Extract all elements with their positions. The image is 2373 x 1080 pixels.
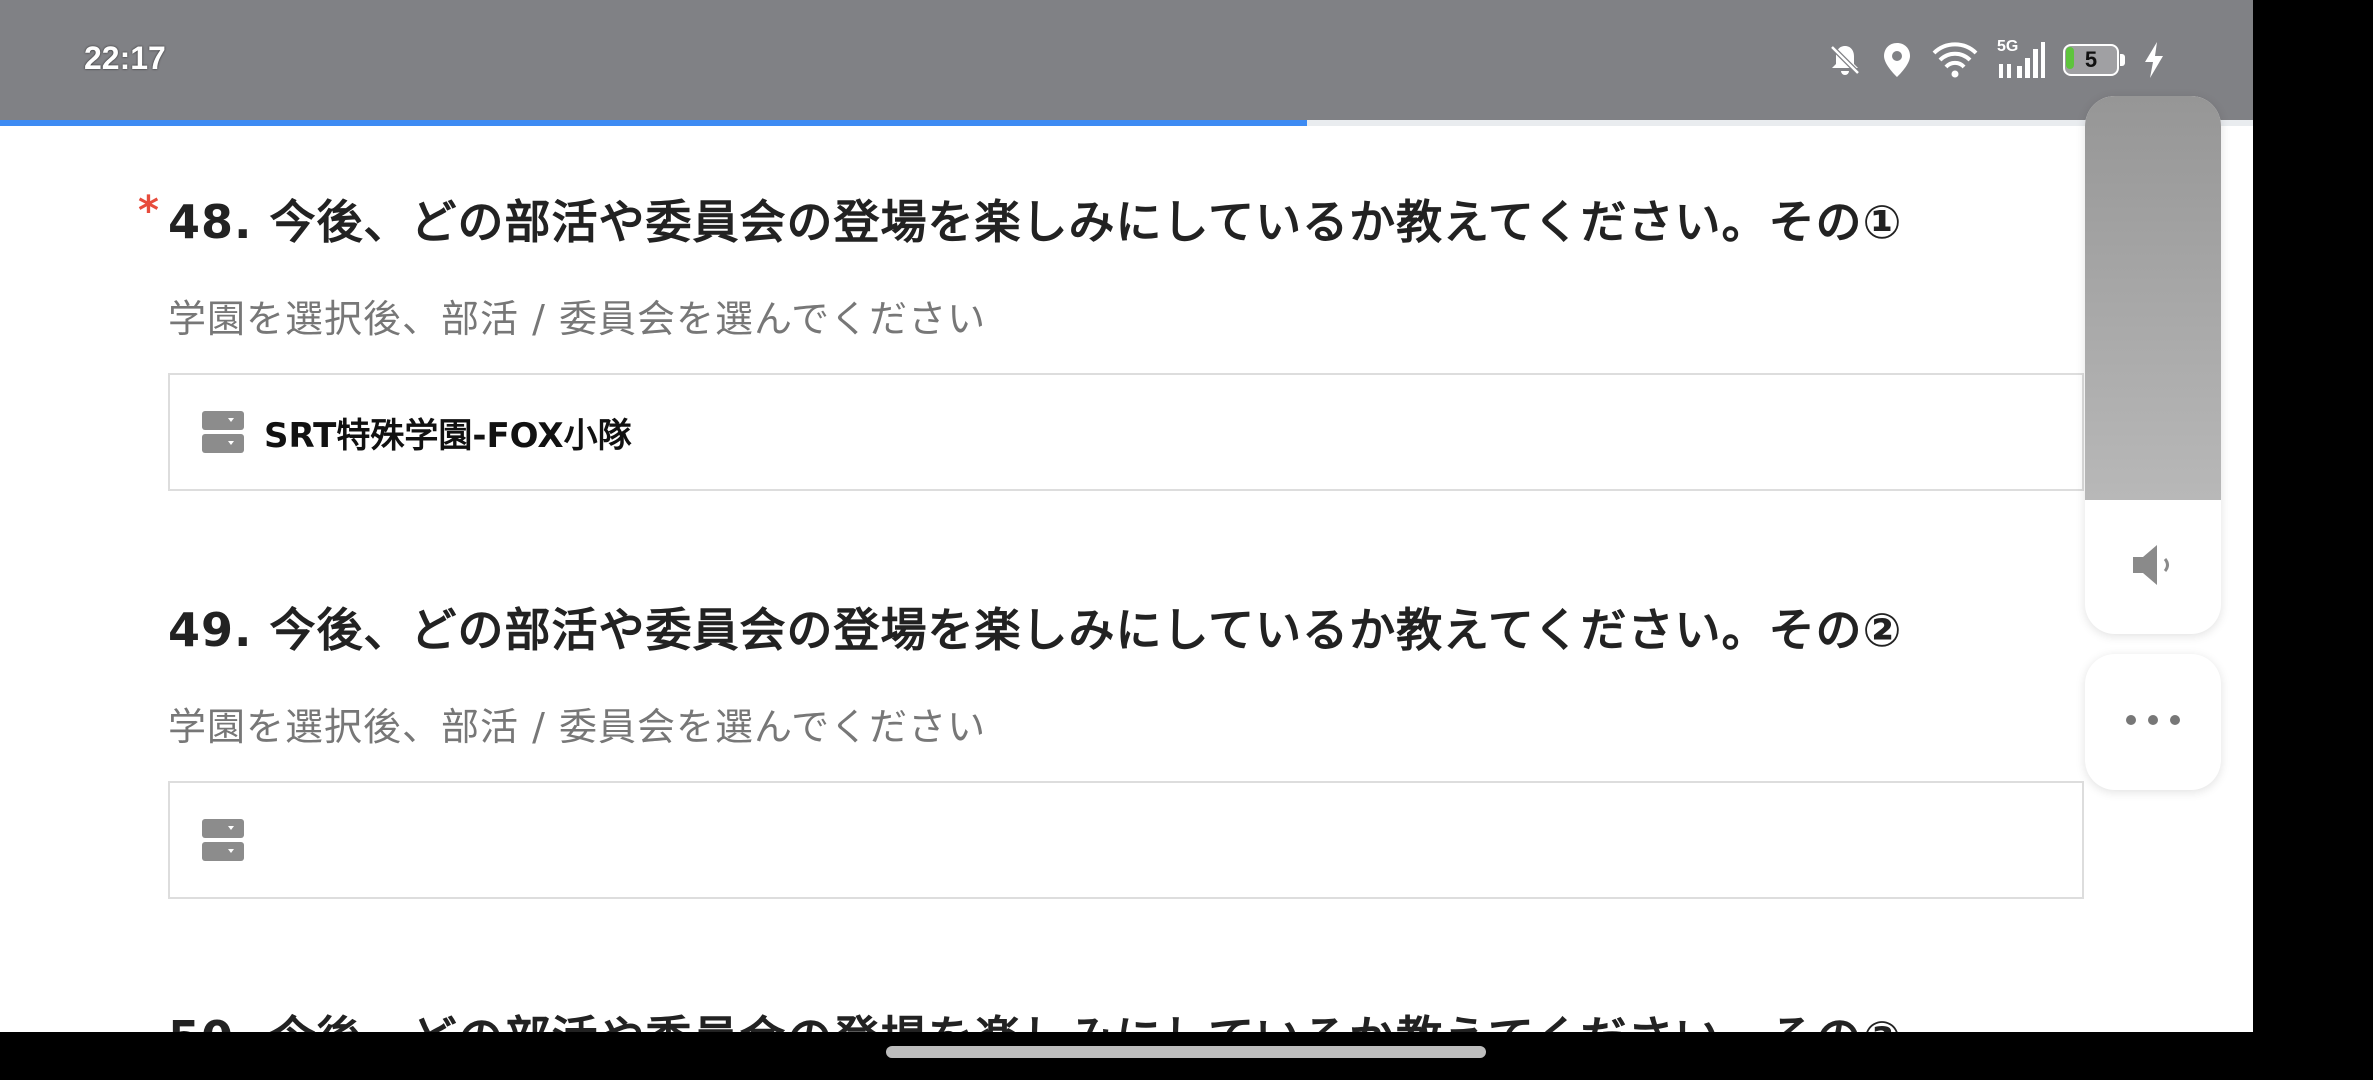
question-number: 49. <box>168 603 253 657</box>
question-49: 49. 今後、どの部活や委員会の登場を楽しみにしているか教えてください。その② … <box>168 594 2084 899</box>
question-title: 49. 今後、どの部活や委員会の登場を楽しみにしているか教えてください。その② <box>168 594 2084 660</box>
status-bar: 22:17 5G 5 <box>0 0 2253 120</box>
status-time: 22:17 <box>84 40 166 76</box>
question-48: * 48. 今後、どの部活や委員会の登場を楽しみにしているか教えてください。その… <box>138 186 2084 491</box>
battery-level: 5 <box>2084 47 2098 72</box>
cellular-signal-icon: 5G <box>1997 38 2045 80</box>
select-list-icon <box>202 819 244 861</box>
question-number: 50. <box>168 1011 253 1032</box>
question-title: 50. 今後、どの部活や委員会の登場を楽しみにしているか教えてください。その③ <box>168 1002 1902 1032</box>
location-icon <box>1881 41 1913 79</box>
question-title: 48. 今後、どの部活や委員会の登場を楽しみにしているか教えてください。その① <box>168 186 2084 252</box>
selected-value: SRT特殊学園-FOX小隊 <box>264 415 632 456</box>
more-dots-icon <box>2123 712 2183 732</box>
form-progress-fill <box>0 120 1307 126</box>
club-select-dropdown[interactable]: SRT特殊学園-FOX小隊 <box>168 373 2084 491</box>
question-text: 今後、どの部活や委員会の登場を楽しみにしているか教えてください。その② <box>269 603 1903 657</box>
question-hint: 学園を選択後、部活 / 委員会を選んでください <box>168 705 987 749</box>
form-progress-bar <box>0 120 2253 126</box>
form-screen: 22:17 5G 5 * 48. 今後、どの部活や委員会の登場を楽しみにしている… <box>0 0 2253 1032</box>
club-select-dropdown[interactable] <box>168 781 2084 899</box>
battery-icon: 5 <box>2063 44 2125 76</box>
volume-panel <box>2085 96 2221 634</box>
required-mark: * <box>138 188 159 234</box>
question-number: 48. <box>168 195 253 249</box>
bell-muted-icon <box>1827 42 1863 78</box>
wifi-icon <box>1931 41 1979 79</box>
select-list-icon <box>202 411 244 453</box>
home-indicator[interactable] <box>886 1046 1486 1058</box>
speaker-button[interactable] <box>2085 500 2221 634</box>
speaker-icon <box>2123 535 2183 599</box>
question-50: 50. 今後、どの部活や委員会の登場を楽しみにしているか教えてください。その③ <box>168 1002 1902 1032</box>
question-text: 今後、どの部活や委員会の登場を楽しみにしているか教えてください。その① <box>269 195 1903 249</box>
question-hint: 学園を選択後、部活 / 委員会を選んでください <box>168 297 987 341</box>
volume-slider[interactable] <box>2085 96 2221 500</box>
charging-icon <box>2143 41 2165 79</box>
status-icons: 5G 5 <box>1827 34 2165 86</box>
more-options-button[interactable] <box>2085 654 2221 790</box>
question-text: 今後、どの部活や委員会の登場を楽しみにしているか教えてください。その③ <box>270 1011 1903 1032</box>
